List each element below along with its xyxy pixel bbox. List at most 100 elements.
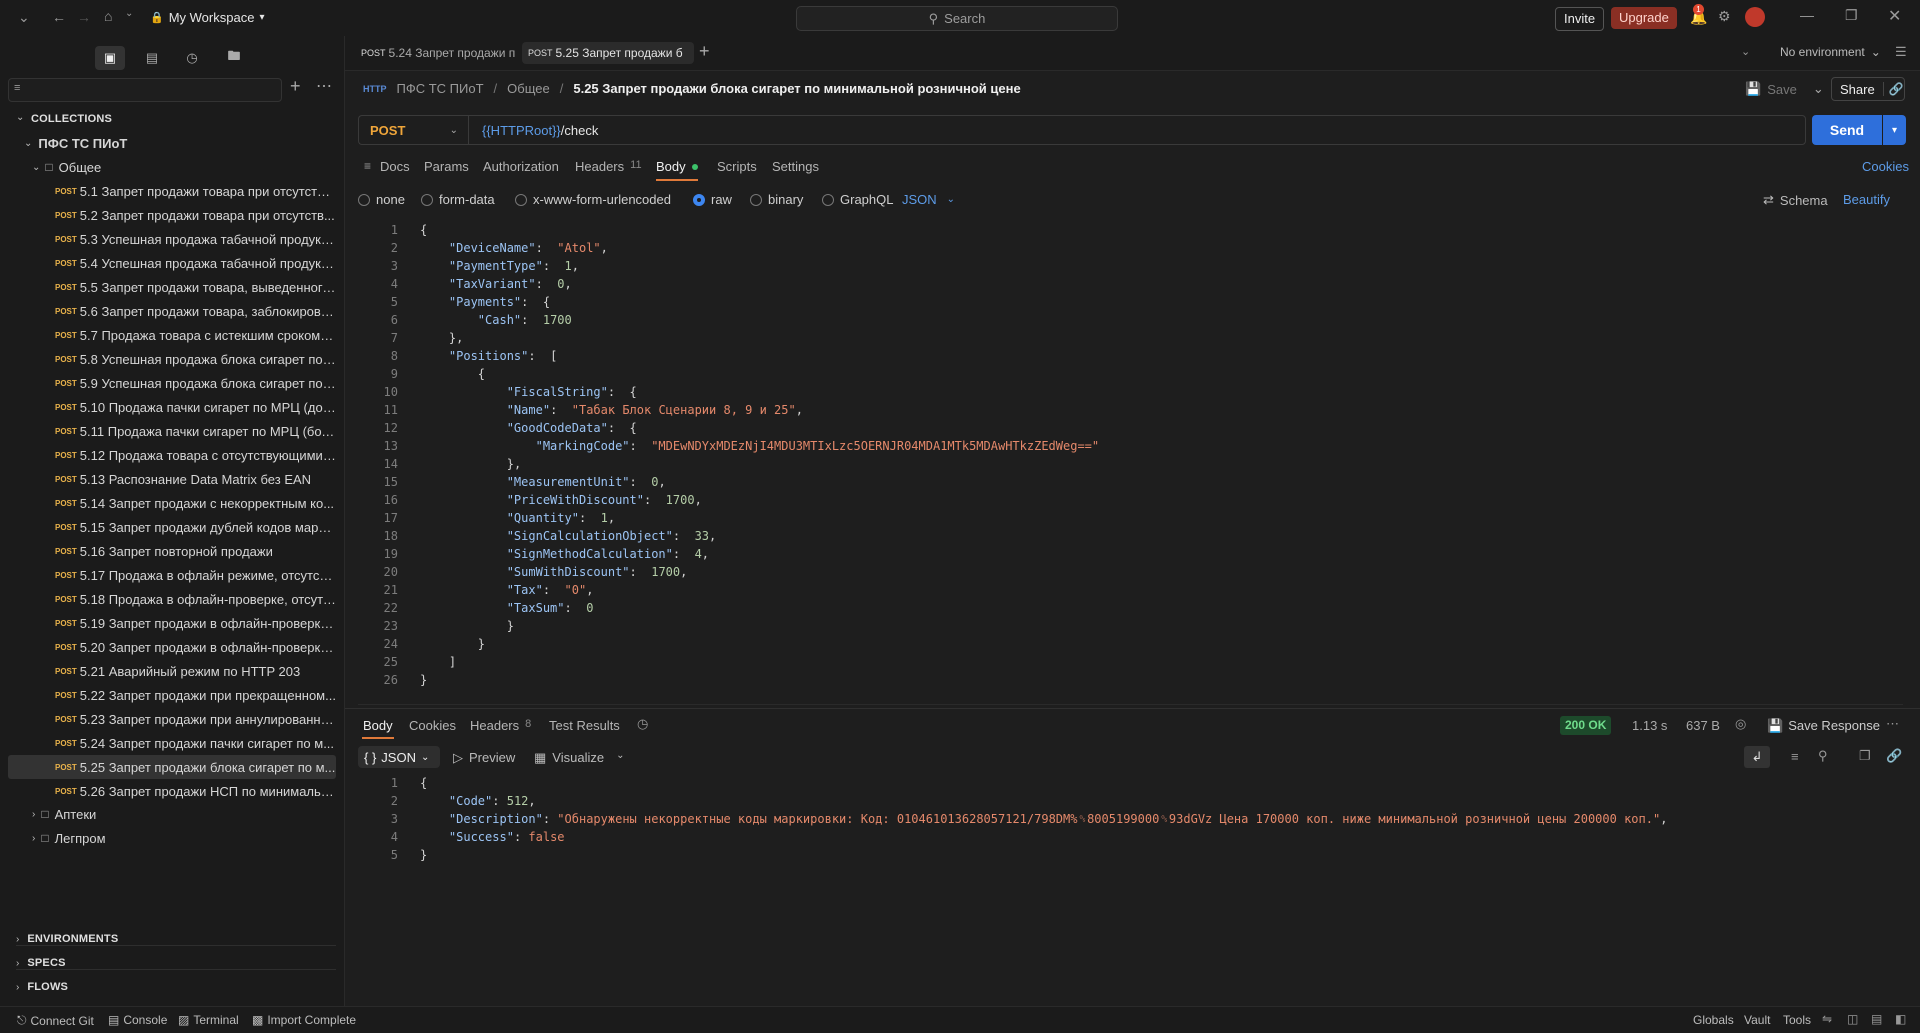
share-button[interactable]: Share [1832,82,1883,97]
send-button[interactable]: Send [1812,115,1882,145]
terminal-button[interactable]: ▨ Terminal [178,1013,239,1027]
link-icon[interactable]: 🔗 [1886,748,1902,764]
tab-params[interactable]: Params [424,159,469,174]
avatar[interactable] [1745,7,1765,27]
sidebar-request-item[interactable]: POST 5.17 Продажа в офлайн режиме, отсутс… [8,563,336,587]
sidebar-request-item[interactable]: POST 5.16 Запрет повторной продажи [8,539,336,563]
tab-request-524[interactable]: POST 5.24 Запрет продажи п [355,42,527,64]
panel-left-icon[interactable]: ◫ [1847,1012,1858,1026]
gear-icon[interactable]: ⚙ [1718,8,1731,25]
sidebar-request-item[interactable]: POST 5.4 Успешная продажа табачной продук… [8,251,336,275]
collection-row[interactable]: ⌄ ПФС ТС ПИоТ [24,131,352,155]
layout-icon[interactable]: ⇋ [1822,1012,1832,1026]
vault-button[interactable]: Vault [1744,1013,1770,1027]
body-option-form-data[interactable]: form-data [421,192,495,207]
sidebar-request-item[interactable]: POST 5.23 Запрет продажи при аннулированн… [8,707,336,731]
url-input[interactable]: {{HTTPRoot}} /check [468,115,1806,145]
sidebar-request-item[interactable]: POST 5.13 Распознание Data Matrix без EAN [8,467,336,491]
request-title[interactable]: 5.25 Запрет продажи блока сигарет по мин… [573,81,1020,96]
sidebar-request-item[interactable]: POST 5.18 Продажа в офлайн-проверке, отсу… [8,587,336,611]
sidebar-request-item[interactable]: POST 5.14 Запрет продажи с некорректным к… [8,491,336,515]
globe-icon[interactable]: ◎ [1735,716,1746,732]
flows-section[interactable]: › FLOWS [16,981,68,993]
body-format-select[interactable]: JSON ⌄ [902,192,955,207]
sidebar-request-item[interactable]: POST 5.20 Запрет продажи в офлайн-проверк… [8,635,336,659]
tab-headers[interactable]: Headers 11 [575,159,642,174]
body-option-urlencoded[interactable]: x-www-form-urlencoded [515,192,671,207]
add-icon[interactable]: + [290,76,301,97]
sidebar-request-item[interactable]: POST 5.21 Аварийный режим по HTTP 203 [8,659,336,683]
response-body-viewer[interactable]: 1 {2 "Code": 512, 3 "Description": "Обнару… [358,774,1903,994]
history-icon[interactable]: ◷ [177,46,207,70]
folder-icon[interactable]: 🖿 [219,46,249,70]
new-tab-icon[interactable]: + [699,41,710,62]
filter-input[interactable]: ≡ [8,78,282,102]
breadcrumb-folder[interactable]: Общее [507,81,550,96]
tab-scripts[interactable]: Scripts [717,159,757,174]
forward-arrow-icon[interactable]: → [77,9,91,25]
method-select[interactable]: POST ⌄ [358,115,468,145]
filter-icon[interactable]: ≡ [1791,749,1799,764]
tab-docs[interactable]: Docs [380,159,410,174]
preview-button[interactable]: ▷ Preview [453,750,515,766]
body-option-none[interactable]: none [358,192,405,207]
tools-button[interactable]: Tools [1783,1013,1811,1027]
sidebar-request-item[interactable]: POST 5.1 Запрет продажи товара при отсутс… [8,179,336,203]
tab-settings[interactable]: Settings [772,159,819,174]
sidebar-request-item[interactable]: POST 5.10 Продажа пачки сигарет по МРЦ (д… [8,395,336,419]
body-option-raw[interactable]: raw [693,192,732,207]
breadcrumb-collection[interactable]: ПФС ТС ПИоТ [397,81,484,96]
beautify-button[interactable]: Beautify [1843,192,1890,207]
copy-icon[interactable]: ❐ [1859,748,1871,764]
sidebar-request-item[interactable]: POST 5.26 Запрет продажи НСП по минимальн… [8,779,336,803]
wrap-lines-icon[interactable]: ↲ [1744,746,1770,768]
import-complete-button[interactable]: ▩ Import Complete [252,1013,356,1027]
folder-row-lightindustry[interactable]: › □ Легпром [32,826,360,850]
sidebar-request-item[interactable]: POST 5.5 Запрет продажи товара, выведенно… [8,275,336,299]
cookies-link[interactable]: Cookies [1862,159,1909,174]
response-tab-cookies[interactable]: Cookies [409,718,456,733]
global-search[interactable]: ⚲ Search [796,6,1118,31]
sidebar-request-item[interactable]: POST 5.8 Успешная продажа блока сигарет п… [8,347,336,371]
invite-button[interactable]: Invite [1555,7,1605,31]
more-icon[interactable]: ⋯ [316,76,332,96]
console-button[interactable]: ▤ Console [108,1013,167,1027]
collections-icon[interactable]: ▣ [95,46,125,70]
more-icon[interactable]: ⋯ [1886,716,1899,732]
schema-button[interactable]: ⇄ Schema [1763,192,1828,208]
send-dropdown-chevron-icon[interactable]: ▾ [1883,115,1906,145]
panel-right-icon[interactable]: ◧ [1895,1012,1906,1026]
menu-chevron-icon[interactable]: ⌄ [18,9,30,26]
response-tab-headers[interactable]: Headers 8 [470,718,531,733]
environments-section[interactable]: › ENVIRONMENTS [16,933,118,945]
environment-selector[interactable]: No environment ⌄ [1780,45,1881,59]
sidebar-request-item[interactable]: POST 5.22 Запрет продажи при прекращенном… [8,683,336,707]
sidebar-request-item[interactable]: POST 5.6 Запрет продажи товара, заблокиро… [8,299,336,323]
sidebar-request-item[interactable]: POST 5.3 Успешная продажа табачной продук… [8,227,336,251]
history-icon[interactable]: ◷ [637,716,648,732]
collapse-chevron-icon[interactable]: ⌄ [16,112,24,123]
minimize-icon[interactable]: — [1800,7,1814,23]
sidebar-request-item[interactable]: POST 5.24 Запрет продажи пачки сигарет по… [8,731,336,755]
status-badge[interactable]: 200 OK [1560,716,1612,735]
response-size[interactable]: 637 B [1686,718,1720,733]
save-response-button[interactable]: 💾 Save Response [1767,718,1880,734]
response-tab-body[interactable]: Body [363,718,393,733]
specs-section[interactable]: › SPECS [16,957,66,969]
tab-body[interactable]: Body [656,159,698,174]
body-option-graphql[interactable]: GraphQL [822,192,893,207]
tabs-overflow-chevron-icon[interactable]: ⌄ [1741,45,1750,58]
sidebar-request-item[interactable]: POST 5.9 Успешная продажа блока сигарет п… [8,371,336,395]
connect-git-button[interactable]: ⎋ Connect Git [17,1013,94,1028]
request-body-editor[interactable]: 1 {2 "DeviceName": "Atol", 3 "PaymentType"… [358,221,1903,705]
response-tab-tests[interactable]: Test Results [549,718,620,733]
response-time[interactable]: 1.13 s [1632,718,1667,733]
close-icon[interactable]: ✕ [1888,6,1901,26]
response-format-select[interactable]: { } JSON ⌄ [358,746,440,768]
environments-icon[interactable]: ▤ [137,46,167,70]
globals-button[interactable]: Globals [1693,1013,1734,1027]
sidebar-request-item[interactable]: POST 5.19 Запрет продажи в офлайн-проверк… [8,611,336,635]
sidebar-request-item[interactable]: POST 5.25 Запрет продажи блока сигарет по… [8,755,336,779]
search-icon[interactable]: ⚲ [1818,748,1828,764]
sidebar-request-item[interactable]: POST 5.2 Запрет продажи товара при отсутс… [8,203,336,227]
